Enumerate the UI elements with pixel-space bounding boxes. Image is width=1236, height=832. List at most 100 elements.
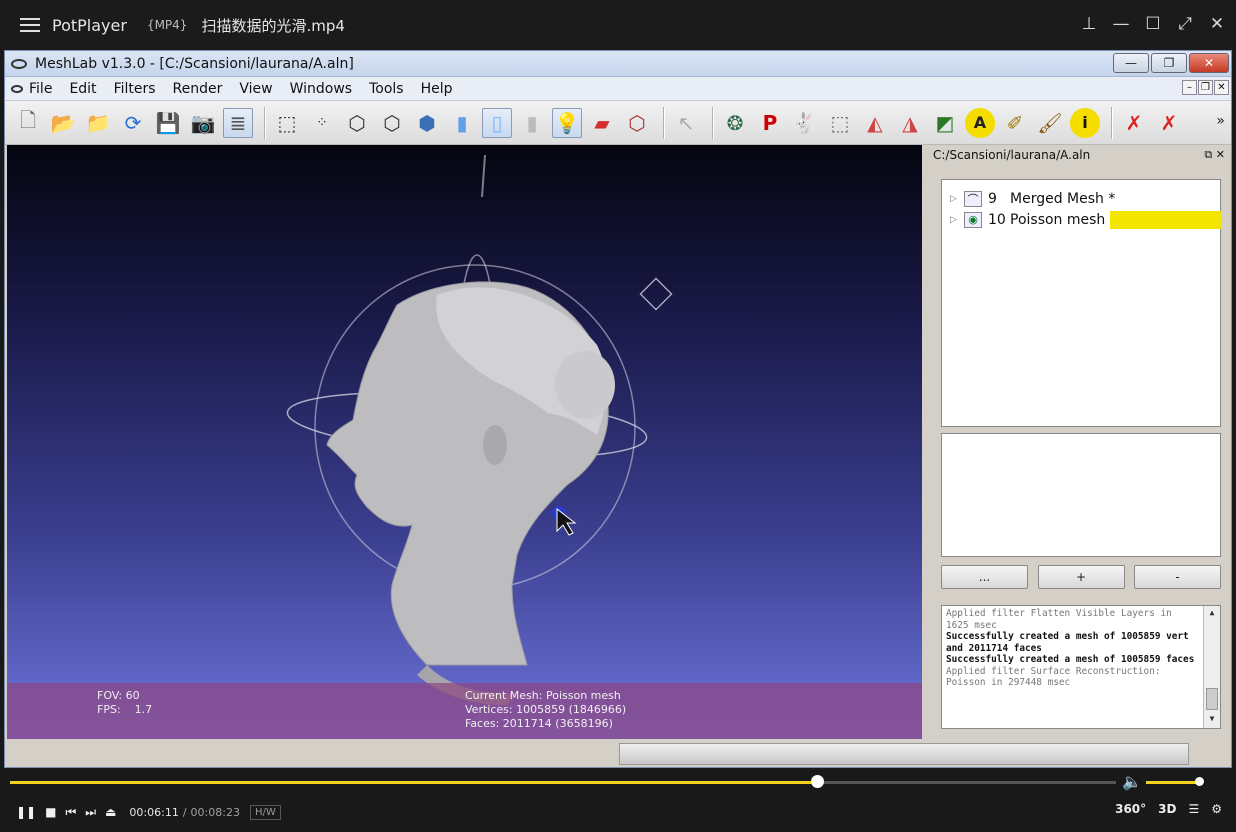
volume-knob[interactable] bbox=[1195, 777, 1205, 786]
more-button[interactable]: ... bbox=[941, 565, 1028, 589]
hw-decoder-badge[interactable]: H/W bbox=[249, 804, 281, 820]
wireframe-icon[interactable]: ⬡ bbox=[342, 108, 372, 138]
eye-icon[interactable]: ◉ bbox=[964, 211, 982, 228]
next-icon[interactable]: ⏭ bbox=[85, 805, 96, 820]
scroll-thumb[interactable] bbox=[1206, 688, 1218, 710]
close-panel-icon[interactable]: ✕ bbox=[1216, 148, 1225, 161]
close-icon[interactable]: ✕ bbox=[1208, 12, 1226, 36]
backface-icon[interactable]: ▰ bbox=[587, 108, 617, 138]
layer-row[interactable]: ▷ ◉ 10 Poisson mesh * bbox=[942, 209, 1222, 230]
seek-bar[interactable] bbox=[10, 775, 1116, 788]
paint-pp-icon[interactable]: P bbox=[755, 108, 785, 138]
remove-button[interactable]: - bbox=[1134, 565, 1221, 589]
layer-dialog-header: C:/Scansioni/laurana/A.aln ⧉ ✕ bbox=[927, 145, 1229, 165]
mdi-controls: – ❐ ✕ bbox=[1182, 80, 1229, 95]
import-mesh-icon[interactable]: 📁 bbox=[83, 108, 113, 138]
add-button[interactable]: + bbox=[1037, 565, 1125, 589]
menu-edit[interactable]: Edit bbox=[69, 81, 96, 97]
meshlab-title: MeshLab v1.3.0 - [C:/Scansioni/laurana/A… bbox=[35, 55, 354, 72]
file-name: 扫描数据的光滑.mp4 bbox=[201, 16, 345, 35]
select-faces-icon[interactable]: ⬚ bbox=[825, 108, 855, 138]
maximize-icon[interactable]: ☐ bbox=[1144, 12, 1162, 36]
meshlab-minimize-button[interactable]: — bbox=[1113, 53, 1149, 73]
layers-icon[interactable]: ≣ bbox=[223, 107, 253, 138]
menu-icon[interactable] bbox=[20, 18, 40, 32]
stop-icon[interactable]: ■ bbox=[45, 805, 56, 819]
menu-windows[interactable]: Windows bbox=[290, 81, 353, 97]
status-bar bbox=[5, 741, 1231, 767]
flat-lines-icon[interactable]: ⬢ bbox=[412, 108, 442, 138]
layer-dialog-buttons: ⧉ ✕ bbox=[1204, 145, 1225, 165]
flat-icon[interactable]: ▮ bbox=[447, 108, 477, 138]
log-scrollbar[interactable]: ▲ ▼ bbox=[1203, 606, 1220, 728]
select-vertices-icon[interactable]: ◭ bbox=[860, 108, 890, 138]
paint-brush-icon[interactable]: 🖌 bbox=[1035, 108, 1065, 138]
scroll-down-icon[interactable]: ▼ bbox=[1204, 713, 1220, 727]
save-icon[interactable]: 💾 bbox=[153, 108, 183, 138]
minimize-icon[interactable]: — bbox=[1112, 12, 1130, 36]
3d-viewport[interactable]: FOV: 60 FPS: 1.7 Current Mesh: Poisson m… bbox=[7, 145, 922, 739]
pin-icon[interactable]: ⊥ bbox=[1080, 12, 1098, 36]
light-icon[interactable]: 💡 bbox=[552, 107, 582, 138]
points-icon[interactable]: ⁘ bbox=[307, 108, 337, 138]
annotation-icon[interactable]: A bbox=[965, 107, 995, 138]
expand-icon[interactable]: ▷ bbox=[950, 215, 960, 225]
player-app-name: PotPlayer bbox=[52, 15, 127, 35]
menu-render[interactable]: Render bbox=[173, 81, 223, 97]
pause-icon[interactable]: ❚❚ bbox=[16, 805, 36, 819]
reload-icon[interactable]: ⟳ bbox=[118, 108, 148, 138]
volume-fill bbox=[1146, 781, 1200, 784]
texture-icon[interactable]: ▮ bbox=[517, 108, 547, 138]
log-line: Successfully created a mesh of 1005859 f… bbox=[946, 654, 1195, 665]
settings-gear-icon[interactable]: ⚙ bbox=[1211, 802, 1222, 816]
fullscreen-icon[interactable]: ⤢ bbox=[1176, 12, 1194, 36]
delete-faces-icon[interactable]: ✗ bbox=[1119, 108, 1149, 138]
selection-icon[interactable]: ⬡ bbox=[622, 108, 652, 138]
expand-icon[interactable]: ▷ bbox=[950, 194, 960, 204]
mesh-sphere-icon[interactable]: ❂ bbox=[720, 108, 750, 138]
snapshot-icon[interactable]: 📷 bbox=[188, 108, 218, 138]
mdi-restore-button[interactable]: ❐ bbox=[1198, 80, 1213, 95]
menu-view[interactable]: View bbox=[239, 81, 272, 97]
3d-button[interactable]: 3D bbox=[1158, 802, 1176, 816]
pointer-icon[interactable]: ↖ bbox=[671, 108, 701, 138]
float-icon[interactable]: ⧉ bbox=[1204, 148, 1212, 161]
measure-icon[interactable]: ✐ bbox=[1000, 108, 1030, 138]
playlist-icon[interactable]: ☰ bbox=[1188, 802, 1199, 816]
playback-controls: ❚❚ ■ ⏮ ⏭ ⏏ 00:06:11 / 00:08:23 H/W bbox=[16, 803, 281, 821]
menu-help[interactable]: Help bbox=[421, 81, 453, 97]
menu-filters[interactable]: Filters bbox=[114, 81, 156, 97]
eject-icon[interactable]: ⏏ bbox=[105, 805, 116, 819]
layer-visibility-icon[interactable]: ⌒ bbox=[964, 190, 982, 207]
menu-file[interactable]: File bbox=[29, 81, 52, 97]
bbox-icon[interactable]: ⬚ bbox=[272, 108, 302, 138]
info-icon[interactable]: i bbox=[1070, 107, 1100, 138]
menu-tools[interactable]: Tools bbox=[369, 81, 404, 97]
vr-360-button[interactable]: 360° bbox=[1115, 802, 1146, 816]
delete-vertices-icon[interactable]: ✗ bbox=[1154, 108, 1184, 138]
fps-label: FPS: 1.7 bbox=[97, 703, 153, 716]
toolbar-overflow-icon[interactable]: » bbox=[1216, 113, 1225, 129]
scroll-up-icon[interactable]: ▲ bbox=[1204, 607, 1220, 621]
previous-icon[interactable]: ⏮ bbox=[65, 805, 76, 820]
new-project-icon[interactable]: 🗋 bbox=[13, 108, 43, 138]
duration: 00:08:23 bbox=[190, 805, 240, 819]
seek-knob[interactable] bbox=[811, 775, 825, 788]
meshlab-menubar: File Edit Filters Render View Windows To… bbox=[5, 77, 1231, 101]
smooth-icon[interactable]: ▯ bbox=[482, 107, 512, 138]
meshlab-close-button[interactable]: ✕ bbox=[1189, 53, 1229, 73]
mdi-close-button[interactable]: ✕ bbox=[1214, 80, 1229, 95]
volume-icon[interactable]: 🔈 bbox=[1122, 772, 1142, 791]
align-icon[interactable]: ◩ bbox=[930, 108, 960, 138]
hidden-lines-icon[interactable]: ⬡ bbox=[377, 108, 407, 138]
meshlab-restore-button[interactable]: ❐ bbox=[1151, 53, 1187, 73]
log-line: Successfully created a mesh of 1005859 v… bbox=[946, 631, 1189, 654]
bunny-icon[interactable]: 🐇 bbox=[790, 108, 820, 138]
mdi-minimize-button[interactable]: – bbox=[1182, 80, 1197, 95]
select-connected-icon[interactable]: ◮ bbox=[895, 108, 925, 138]
layer-name: Poisson mesh * bbox=[1010, 211, 1117, 228]
volume-slider[interactable] bbox=[1146, 777, 1205, 786]
layer-row[interactable]: ▷ ⌒ 9 Merged Mesh * bbox=[942, 188, 1220, 209]
open-project-icon[interactable]: 📂 bbox=[48, 108, 78, 138]
layer-id: 10 bbox=[988, 211, 1006, 228]
